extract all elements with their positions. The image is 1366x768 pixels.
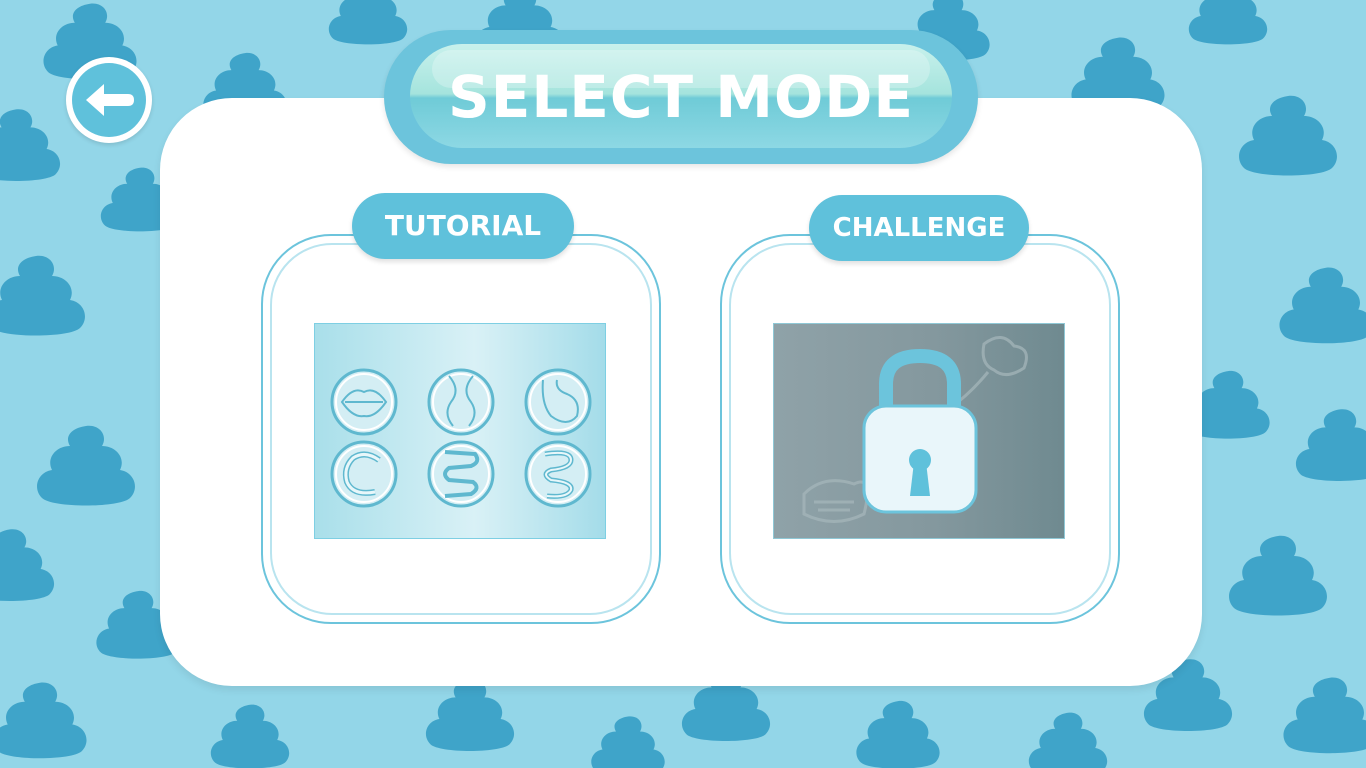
throat-icon — [427, 368, 495, 436]
tutorial-mode-label[interactable]: TUTORIAL — [352, 193, 574, 259]
small-intestine-icon — [427, 440, 495, 508]
lips-icon — [330, 368, 398, 436]
tutorial-thumbnail[interactable] — [314, 323, 606, 539]
challenge-mode-label[interactable]: CHALLENGE — [809, 195, 1029, 261]
challenge-thumbnail[interactable] — [773, 323, 1065, 539]
title-banner: SELECT MODE — [384, 30, 978, 164]
stomach-icon — [524, 368, 592, 436]
back-arrow-icon — [86, 84, 134, 116]
colon-icon — [330, 440, 398, 508]
page-title: SELECT MODE — [447, 63, 915, 131]
back-button[interactable] — [66, 57, 152, 143]
intestine-icon — [524, 440, 592, 508]
padlock-icon — [862, 348, 978, 514]
